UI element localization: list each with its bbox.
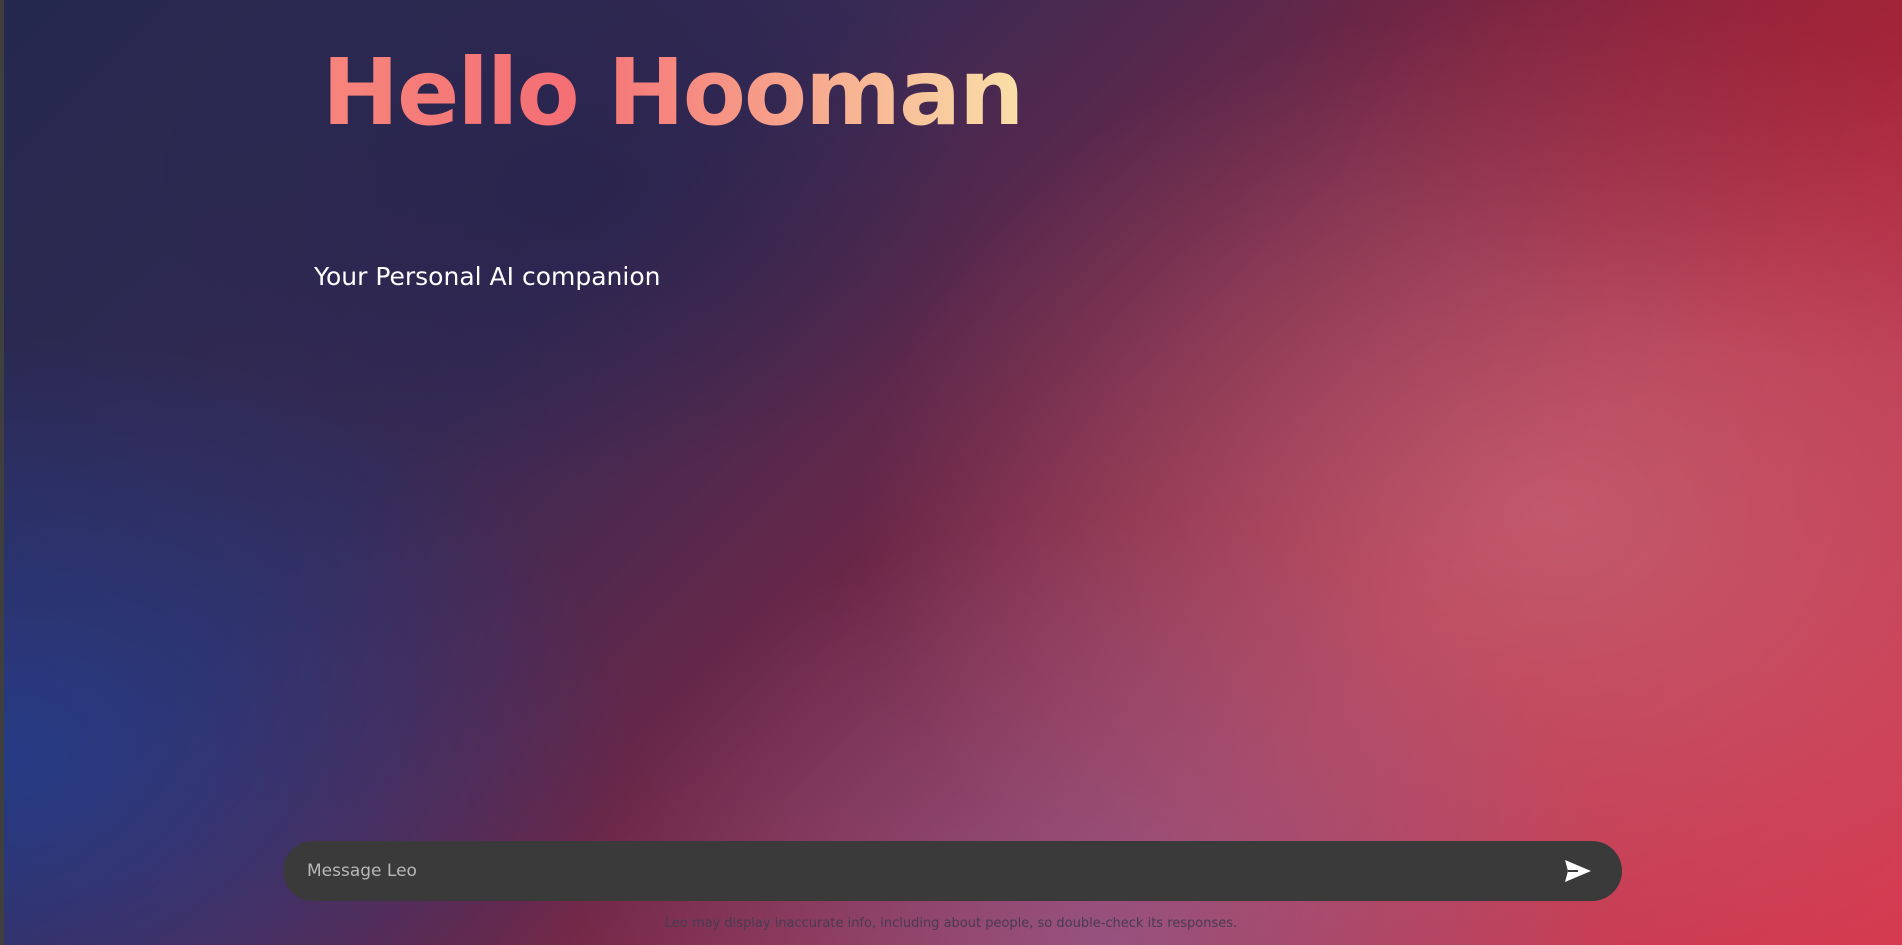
greeting-title: Hello Hooman [322,39,1025,146]
send-icon [1565,860,1591,882]
message-input[interactable] [307,861,1560,881]
window-left-border [0,0,4,945]
disclaimer-text: Leo may display inaccurate info, includi… [664,916,1238,931]
tagline: Your Personal AI companion [314,262,661,291]
message-composer [283,841,1622,901]
send-button[interactable] [1560,853,1596,889]
